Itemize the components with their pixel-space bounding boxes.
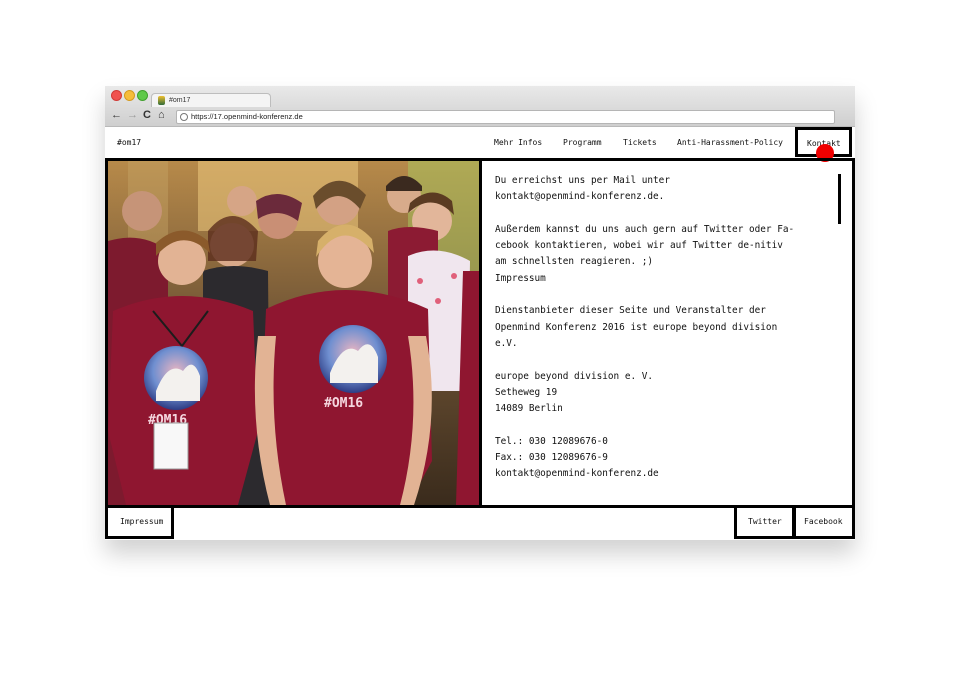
reload-icon[interactable]: C xyxy=(143,110,151,121)
contact-text-line xyxy=(495,287,825,303)
content-divider xyxy=(479,158,482,508)
contact-text-line: kontakt@openmind-konferenz.de. xyxy=(495,191,665,203)
contact-text-line: Openmind Konferenz 2016 ist europe beyon… xyxy=(495,321,778,333)
browser-window: #om17 ← → C ⌂ https://17.openmind-konfer… xyxy=(105,86,855,540)
address-bar[interactable]: https://17.openmind-konferenz.de xyxy=(176,110,835,124)
contact-text-line: cebook kontaktieren, wobei wir auf Twitt… xyxy=(495,240,783,252)
contact-text-line xyxy=(495,352,825,368)
contact-text-line: e.V. xyxy=(495,337,518,349)
zoom-window-button[interactable] xyxy=(137,90,148,101)
close-window-button[interactable] xyxy=(111,90,122,101)
contact-text-line xyxy=(495,206,825,222)
forward-arrow-icon[interactable]: → xyxy=(127,110,138,121)
contact-text-line: europe beyond division e. V. xyxy=(495,370,654,382)
favicon-icon xyxy=(158,96,165,105)
minimize-window-button[interactable] xyxy=(124,90,135,101)
contact-text: Du erreichst uns per Mail unter kontakt@o… xyxy=(495,173,825,483)
contact-text-line: am schnellsten reagieren. ;) xyxy=(495,256,654,268)
content-scrollbar[interactable] xyxy=(838,174,841,224)
browser-chrome: #om17 ← → C ⌂ https://17.openmind-konfer… xyxy=(105,86,855,127)
nav-link-tickets[interactable]: Tickets xyxy=(623,138,657,147)
contact-text-line: Impressum xyxy=(495,272,546,284)
footer-impressum-link[interactable]: Impressum xyxy=(105,505,174,539)
nav-link-anti-harassment-policy[interactable]: Anti-Harassment-Policy xyxy=(677,138,783,147)
contact-text-line: 14089 Berlin xyxy=(495,403,563,415)
contact-text-line: kontakt@openmind-konferenz.de xyxy=(495,468,659,480)
contact-text-line: Dienstanbieter dieser Seite und Veransta… xyxy=(495,305,766,317)
home-icon[interactable]: ⌂ xyxy=(158,110,165,121)
tab-title: #om17 xyxy=(169,97,191,104)
contact-text-line: Tel.: 030 12089676-0 xyxy=(495,435,608,447)
url-text: https://17.openmind-konferenz.de xyxy=(191,112,303,121)
footer-impressum-label: Impressum xyxy=(120,517,164,526)
team-photo: #OM16 #OM16 xyxy=(108,161,479,505)
web-page: #om17 Mehr Infos Programm Tickets Anti-H… xyxy=(105,127,855,540)
footer-facebook-link[interactable]: Facebook xyxy=(793,505,855,539)
back-arrow-icon[interactable]: ← xyxy=(111,110,122,121)
contact-text-line: Fax.: 030 12089676-9 xyxy=(495,452,608,464)
footer-twitter-label: Twitter xyxy=(748,517,782,526)
nav-link-programm[interactable]: Programm xyxy=(563,138,602,147)
contact-text-line: Setheweg 19 xyxy=(495,386,558,398)
browser-tab[interactable]: #om17 xyxy=(151,93,271,107)
site-brand-link[interactable]: #om17 xyxy=(117,138,141,147)
footer-twitter-link[interactable]: Twitter xyxy=(734,505,795,539)
footer-facebook-label: Facebook xyxy=(804,517,843,526)
globe-icon xyxy=(180,113,188,121)
contact-text-line: Du erreichst uns per Mail unter xyxy=(495,175,670,186)
contact-text-line xyxy=(495,417,825,433)
nav-link-mehr-infos[interactable]: Mehr Infos xyxy=(494,138,542,147)
contact-text-line: Außerdem kannst du uns auch gern auf Twi… xyxy=(495,223,795,235)
shirt-text-right: #OM16 xyxy=(324,396,363,411)
